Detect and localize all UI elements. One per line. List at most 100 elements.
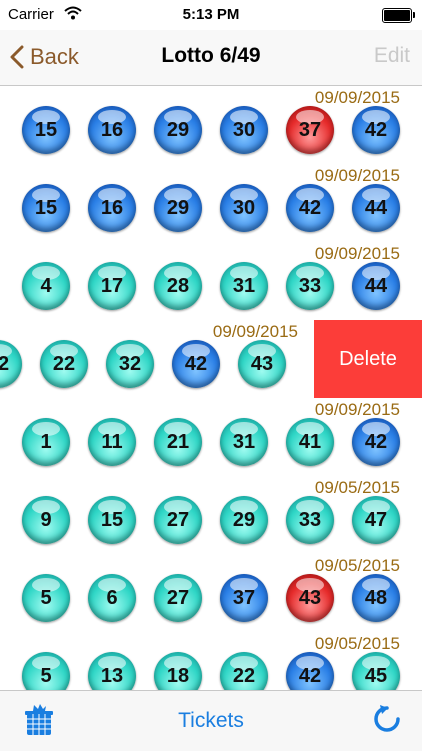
- ticket-date: 09/05/2015: [314, 634, 400, 653]
- lotto-ball: 44: [352, 184, 400, 232]
- lotto-ball: 42: [286, 652, 334, 690]
- lotto-ball: 47: [352, 496, 400, 544]
- ball-group: 1 11 21 31 41 42: [22, 418, 400, 466]
- chevron-left-icon: [10, 45, 24, 69]
- lotto-ball: 30: [220, 184, 268, 232]
- ticket-row[interactable]: 09/05/2015 5 13 18 22 42 45: [0, 632, 422, 690]
- ticket-row-content: 09/05/2015 9 15 27 29 33 47: [0, 476, 422, 554]
- ball-number: 31: [232, 274, 256, 297]
- ball-number: 42: [364, 430, 388, 453]
- ball-number: 27: [166, 508, 190, 531]
- lotto-ball: 43: [286, 574, 334, 622]
- tickets-button[interactable]: Tickets: [0, 709, 422, 733]
- lotto-ball: 4: [22, 262, 70, 310]
- lotto-ball: 15: [88, 496, 136, 544]
- lotto-ball: 27: [154, 574, 202, 622]
- lotto-ball: 15: [22, 184, 70, 232]
- lotto-ball: 13: [88, 652, 136, 690]
- ticket-row-content: 09/05/2015 5 6 27 37 43 48: [0, 554, 422, 632]
- ticket-row[interactable]: 09/09/2015 15 16 29 30 37 42: [0, 86, 422, 165]
- ticket-date: 09/05/2015: [314, 478, 400, 497]
- ball-number: 9: [40, 508, 52, 531]
- ticket-date: 09/09/2015: [314, 88, 400, 107]
- ticket-date: 09/09/2015: [212, 322, 298, 341]
- ball-number: 22: [52, 352, 76, 375]
- lotto-ball: 31: [220, 262, 268, 310]
- lotto-ball: 29: [154, 184, 202, 232]
- lotto-ball: 48: [352, 574, 400, 622]
- ball-number: 29: [166, 118, 190, 141]
- ball-number: 32: [118, 352, 142, 375]
- ball-number: 22: [232, 664, 256, 687]
- ball-number: 4: [40, 274, 52, 297]
- back-label: Back: [30, 44, 79, 69]
- ball-number: 17: [100, 274, 124, 297]
- ticket-row[interactable]: 09/05/2015 9 15 27 29 33 47: [0, 476, 422, 555]
- ticket-list[interactable]: 09/09/2015 15 16 29 30 37 42 09/09/2015 15 16 29 30…: [0, 86, 422, 690]
- lotto-ball: 42: [286, 184, 334, 232]
- ball-group: 5 6 27 37 43 48: [22, 574, 400, 622]
- lotto-ball: 42: [352, 106, 400, 154]
- ball-number: 6: [106, 586, 118, 609]
- ball-number: 42: [298, 664, 322, 687]
- delete-button[interactable]: Delete: [314, 320, 422, 398]
- ball-number: 33: [298, 508, 322, 531]
- lotto-ball: 45: [352, 652, 400, 690]
- ball-number: 37: [232, 586, 256, 609]
- ball-group: 5 13 18 22 42 45: [22, 652, 400, 690]
- ticket-date: 09/05/2015: [314, 556, 400, 575]
- lotto-ball: 33: [286, 262, 334, 310]
- lotto-ball: 32: [106, 340, 154, 388]
- navigation-bar: Back Lotto 6/49 Edit: [0, 30, 422, 86]
- lotto-ball: 5: [22, 652, 70, 690]
- ball-number: 1: [40, 430, 52, 453]
- lotto-ball: 5: [22, 574, 70, 622]
- ball-number: 21: [166, 430, 190, 453]
- status-bar: Carrier 5:13 PM: [0, 0, 422, 30]
- lotto-ball: 1: [22, 418, 70, 466]
- ball-number: 37: [298, 118, 322, 141]
- ticket-date: 09/09/2015: [314, 400, 400, 419]
- lotto-ball: 16: [88, 106, 136, 154]
- lotto-ball: 27: [154, 496, 202, 544]
- ball-number: 33: [298, 274, 322, 297]
- lotto-ball: 18: [154, 652, 202, 690]
- ticket-row[interactable]: 09/05/2015 5 6 27 37 43 48: [0, 554, 422, 633]
- lotto-ball: 29: [154, 106, 202, 154]
- ball-number: 11: [101, 430, 123, 453]
- ball-number: 29: [232, 508, 256, 531]
- ball-number: 15: [100, 508, 124, 531]
- ball-group: 4 17 28 31 33 44: [22, 262, 400, 310]
- lotto-ball: 42: [352, 418, 400, 466]
- ticket-row-content: 09/09/2015 12 22 32 42 43: [0, 320, 310, 398]
- ball-group: 15 16 29 30 37 42: [22, 106, 400, 154]
- ball-number: 44: [364, 274, 388, 297]
- ball-number: 42: [184, 352, 208, 375]
- ticket-row[interactable]: 09/09/2015 1 11 21 31 41 42: [0, 398, 422, 477]
- lotto-ball: 21: [154, 418, 202, 466]
- ticket-row[interactable]: 09/09/2015 12 22 32 42 43 Delete: [0, 320, 422, 399]
- lotto-ball: 30: [220, 106, 268, 154]
- back-button[interactable]: Back: [10, 42, 79, 72]
- ball-number: 42: [364, 118, 388, 141]
- ticket-row-content: 09/09/2015 4 17 28 31 33 44: [0, 242, 422, 320]
- ticket-row[interactable]: 09/09/2015 15 16 29 30 42 44: [0, 164, 422, 243]
- edit-button[interactable]: Edit: [374, 44, 410, 68]
- lotto-ball: 28: [154, 262, 202, 310]
- ball-number: 47: [364, 508, 388, 531]
- ticket-date: 09/09/2015: [314, 244, 400, 263]
- ball-group: 9 15 27 29 33 47: [22, 496, 400, 544]
- lotto-ball: 29: [220, 496, 268, 544]
- battery-icon: [382, 8, 415, 23]
- lotto-ball: 17: [88, 262, 136, 310]
- ball-number: 43: [250, 352, 274, 375]
- lotto-ball: 9: [22, 496, 70, 544]
- ticket-row[interactable]: 09/09/2015 4 17 28 31 33 44: [0, 242, 422, 321]
- lotto-ball: 12: [0, 340, 22, 388]
- refresh-icon[interactable]: [372, 704, 402, 739]
- ticket-row-content: 09/09/2015 15 16 29 30 42 44: [0, 164, 422, 242]
- ticket-row-content: 09/09/2015 1 11 21 31 41 42: [0, 398, 422, 476]
- lotto-ball: 31: [220, 418, 268, 466]
- ball-group: 12 22 32 42 43: [0, 340, 286, 388]
- lotto-ball: 22: [40, 340, 88, 388]
